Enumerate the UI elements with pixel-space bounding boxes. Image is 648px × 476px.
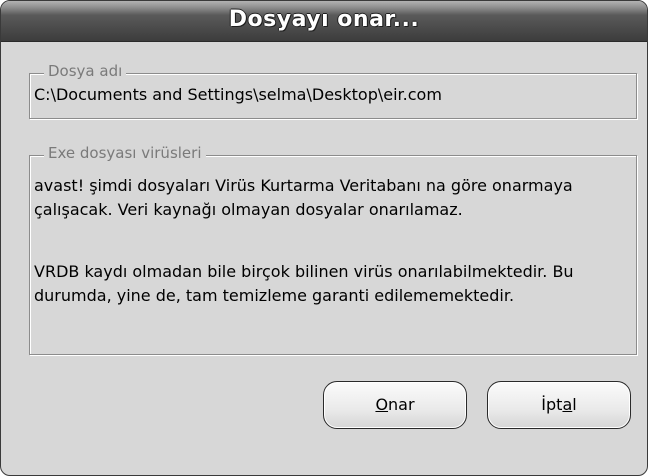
file-path-text: C:\Documents and Settings\selma\Desktop\… [34,85,442,104]
info-paragraph-1: avast! şimdi dosyaları Virüs Kurtarma Ve… [34,176,573,219]
repair-button-label-rest: nar [388,395,415,414]
file-name-legend: Dosya adı [44,62,127,80]
window-title: Dosyayı onar... [228,7,420,32]
cancel-button-label-before: İpt [541,395,563,414]
title-bar[interactable]: Dosyayı onar... [1,1,647,42]
file-name-group: Dosya adı C:\Documents and Settings\selm… [29,62,637,119]
exe-virus-legend: Exe dosyası virüsleri [44,144,206,162]
cancel-button-accel: a [562,395,573,414]
repair-button[interactable]: Onar [323,381,467,429]
info-paragraph-2: VRDB kaydı olmadan bile birçok bilinen v… [34,262,574,305]
repair-button-accel: O [375,395,389,414]
cancel-button-label-after: l [572,395,577,414]
exe-virus-group: Exe dosyası virüsleri avast! şimdi dosya… [29,144,637,355]
cancel-button[interactable]: İptal [487,381,631,429]
repair-file-dialog: Dosyayı onar... Dosya adı C:\Documents a… [0,0,648,476]
